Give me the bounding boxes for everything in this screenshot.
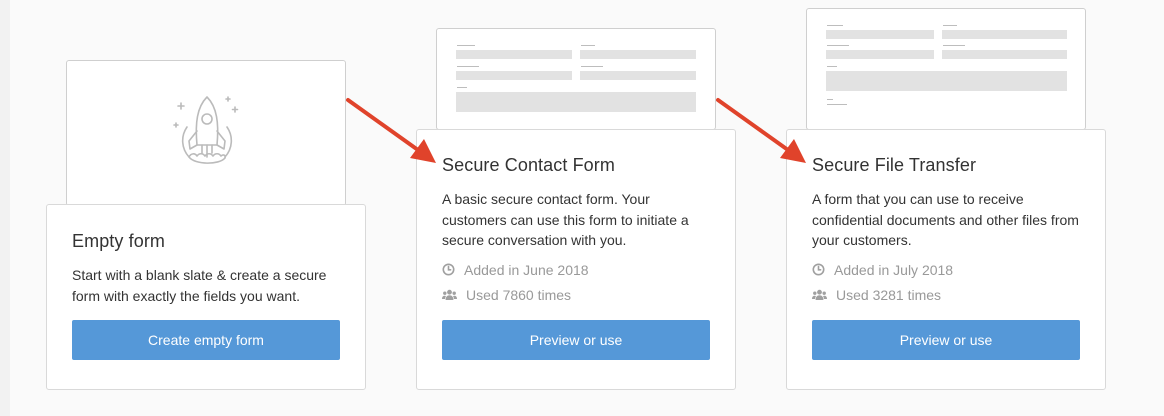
mock-field <box>580 71 696 80</box>
mock-label <box>457 66 479 67</box>
clock-icon <box>812 263 825 276</box>
added-text: Added in June 2018 <box>464 261 589 278</box>
preview-contact-form-button[interactable]: Preview or use <box>442 320 710 360</box>
mock-textarea <box>826 71 1067 91</box>
secure-contact-form-card: Secure Contact Form A basic secure conta… <box>416 129 736 390</box>
mock-field <box>942 50 1067 59</box>
mock-textarea <box>456 92 696 112</box>
page-edge <box>0 0 10 416</box>
mock-label <box>827 45 849 46</box>
mock-label <box>581 66 603 67</box>
card-title: Secure File Transfer <box>812 155 977 175</box>
users-icon <box>442 289 457 300</box>
mock-field <box>942 30 1067 39</box>
mock-label <box>827 25 843 26</box>
mock-label <box>827 66 837 67</box>
mock-field <box>456 71 572 80</box>
rocket-icon <box>173 96 239 164</box>
mock-label <box>943 25 957 26</box>
empty-form-card: Empty form Start with a blank slate & cr… <box>46 204 366 390</box>
usage-text: Used 3281 times <box>836 286 942 303</box>
mock-label <box>827 104 847 105</box>
usage-text: Used 7860 times <box>466 286 572 303</box>
template-gallery: Empty form Start with a blank slate & cr… <box>0 0 1164 416</box>
mock-field <box>456 50 572 59</box>
card-title: Secure Contact Form <box>442 155 615 175</box>
preview-file-transfer-button[interactable]: Preview or use <box>812 320 1080 360</box>
usage-count: Used 3281 times <box>812 285 1080 305</box>
added-text: Added in July 2018 <box>834 261 954 278</box>
card-description: A basic secure contact form. Your custom… <box>442 191 689 248</box>
mock-field <box>580 50 696 59</box>
mock-label <box>457 87 467 88</box>
secure-file-transfer-card: Secure File Transfer A form that you can… <box>786 129 1106 390</box>
mock-field <box>826 50 934 59</box>
added-date: Added in July 2018 <box>812 260 1080 280</box>
usage-count: Used 7860 times <box>442 285 710 305</box>
clock-icon <box>442 263 455 276</box>
card-description: A form that you can use to receive confi… <box>812 191 1079 248</box>
users-icon <box>812 289 827 300</box>
card-title: Empty form <box>72 231 166 251</box>
mock-label <box>943 45 965 46</box>
added-date: Added in June 2018 <box>442 260 710 280</box>
contact-form-preview[interactable] <box>436 28 716 130</box>
card-description: Start with a blank slate & create a secu… <box>72 267 327 304</box>
mock-label <box>581 45 595 46</box>
mock-label <box>827 99 833 100</box>
file-transfer-preview[interactable] <box>806 8 1086 130</box>
create-empty-form-button[interactable]: Create empty form <box>72 320 340 360</box>
mock-field <box>826 30 934 39</box>
empty-form-preview[interactable] <box>66 60 346 206</box>
mock-label <box>457 45 475 46</box>
